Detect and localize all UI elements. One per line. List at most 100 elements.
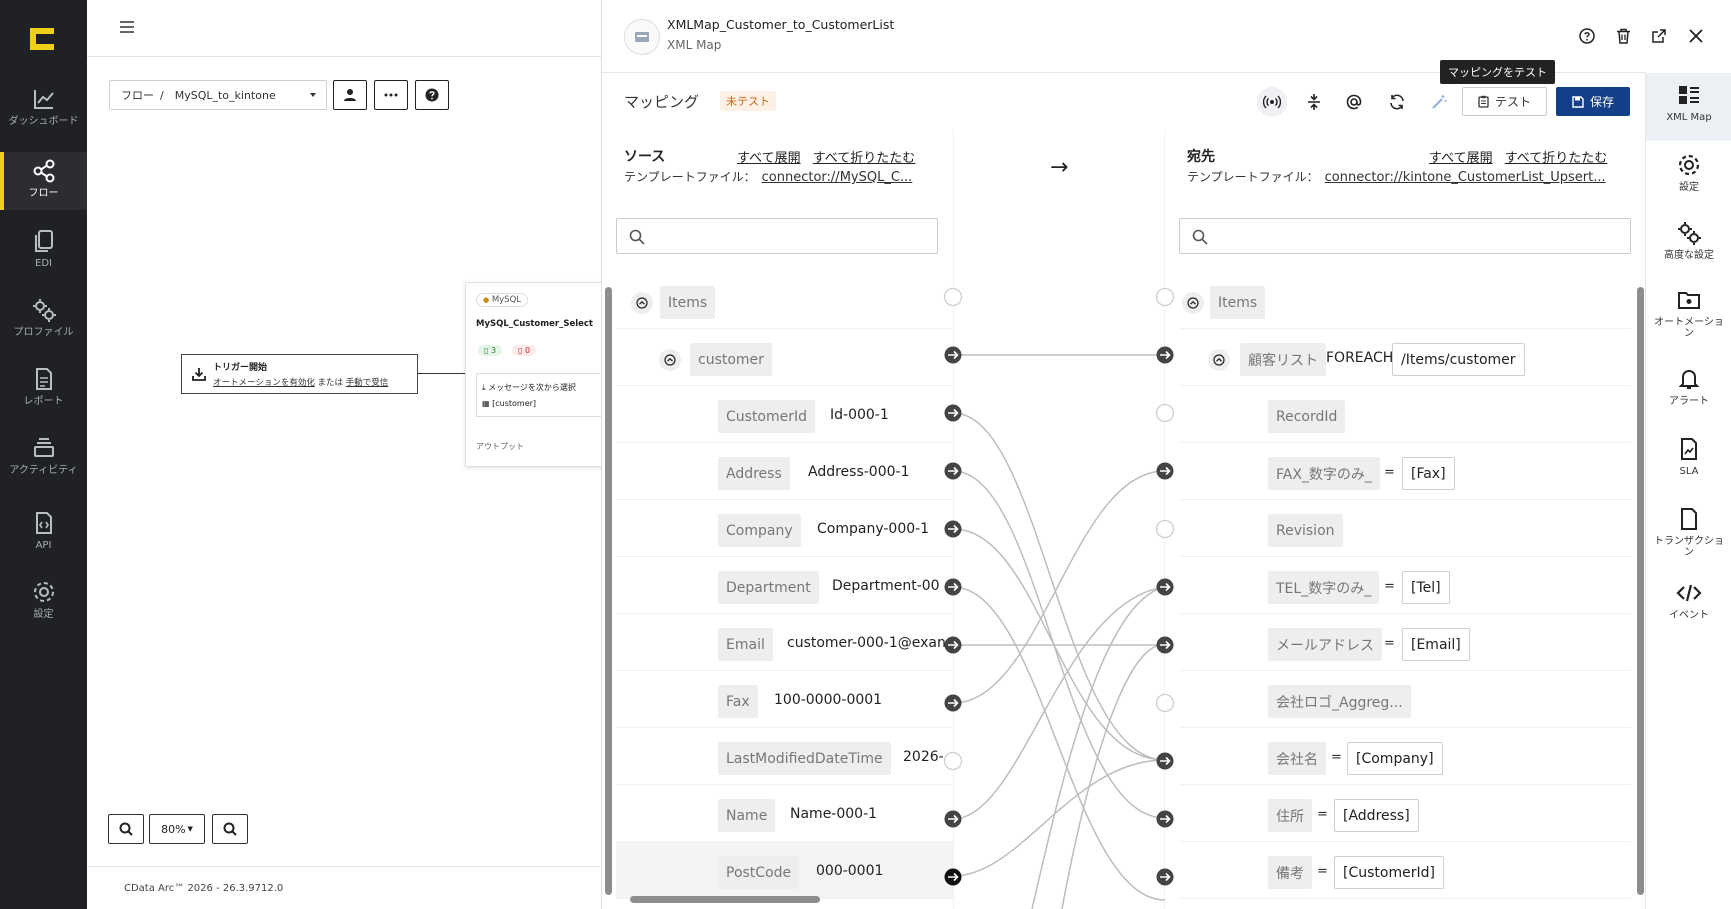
- success-count-badge[interactable]: ▯ 3: [478, 345, 503, 356]
- destination-expand-all-link[interactable]: すべて展開: [1429, 151, 1493, 166]
- collapse-vertical-button[interactable]: [1299, 87, 1329, 117]
- output-label: アウトプット: [476, 442, 524, 451]
- destination-node-tag[interactable]: 顧客リスト: [1240, 343, 1326, 376]
- mysql-connector-node[interactable]: ● MySQL MySQL_Customer_Select ▯ 3 ▯ 0 ⤓ …: [465, 282, 605, 467]
- destination-node-tag[interactable]: 会社名: [1268, 742, 1326, 775]
- open-external-button[interactable]: [1649, 26, 1669, 46]
- more-options-button[interactable]: [374, 80, 408, 110]
- source-node-tag[interactable]: Fax: [718, 685, 758, 718]
- source-node-tag[interactable]: Name: [718, 799, 776, 832]
- error-count-badge[interactable]: ▯ 0: [512, 345, 537, 356]
- nav-item-api[interactable]: API: [0, 504, 87, 568]
- namespace-button[interactable]: [1339, 87, 1369, 117]
- source-vertical-scrollbar[interactable]: [605, 287, 612, 895]
- user-button[interactable]: [333, 80, 367, 110]
- help-button[interactable]: [1577, 26, 1597, 46]
- mapping-link-column: →: [953, 130, 1165, 909]
- breadcrumb-root[interactable]: フロー: [121, 87, 154, 103]
- collapse-icon[interactable]: [1208, 349, 1230, 371]
- cdata-logo-icon[interactable]: [28, 26, 56, 52]
- nav-item-report[interactable]: レポート: [0, 360, 87, 424]
- source-node-tag[interactable]: LastModifiedDateTime: [718, 742, 891, 775]
- help-button[interactable]: [415, 80, 449, 110]
- rail-item-settings[interactable]: 設定: [1646, 143, 1731, 211]
- destination-node-tag[interactable]: 会社ロゴ_Aggreg...: [1268, 685, 1411, 718]
- nav-item-edi[interactable]: EDI: [0, 222, 87, 286]
- destination-node-tag[interactable]: FAX_数字のみ_: [1268, 457, 1380, 490]
- mapping-expression[interactable]: [Email]: [1402, 628, 1470, 661]
- collapse-icon[interactable]: [631, 292, 653, 314]
- zoom-level-select[interactable]: 80% ▼: [149, 814, 205, 844]
- source-node-tag[interactable]: customer: [690, 343, 772, 376]
- destination-node-tag[interactable]: Items: [1210, 286, 1266, 319]
- manual-receive-link[interactable]: 手動で受信: [346, 378, 389, 388]
- enable-automation-link[interactable]: オートメーションを有効化: [213, 378, 315, 388]
- help-icon: [425, 88, 439, 102]
- rail-item-event[interactable]: イベント: [1646, 571, 1731, 639]
- destination-collapse-all-link[interactable]: すべて折りたたむ: [1505, 151, 1608, 166]
- zoom-in-button[interactable]: [212, 814, 248, 844]
- delete-button[interactable]: [1613, 26, 1633, 46]
- destination-node-tag[interactable]: TEL_数字のみ_: [1268, 571, 1380, 604]
- destination-node-tag[interactable]: RecordId: [1268, 400, 1346, 433]
- source-template-link[interactable]: connector://MySQL_C...: [762, 170, 913, 185]
- source-node-tag[interactable]: Items: [660, 286, 716, 319]
- source-node-tag[interactable]: CustomerId: [718, 400, 816, 433]
- source-node-tag[interactable]: Company: [718, 514, 801, 547]
- mapping-expression[interactable]: [Address]: [1334, 799, 1419, 832]
- source-collapse-all-link[interactable]: すべて折りたたむ: [813, 151, 916, 166]
- foreach-expression[interactable]: /Items/customer: [1392, 343, 1525, 376]
- rail-item-advanced-settings[interactable]: 高度な設定: [1646, 211, 1731, 279]
- mapping-expression[interactable]: [Tel]: [1402, 571, 1450, 604]
- mysql-logo-icon: ●: [483, 296, 490, 304]
- source-search-input[interactable]: [616, 218, 938, 254]
- collapse-icon[interactable]: [659, 349, 681, 371]
- collapse-icon[interactable]: [1182, 292, 1204, 314]
- rail-item-xml-map[interactable]: XML Map: [1646, 73, 1731, 141]
- nav-item-dashboard[interactable]: ダッシュボード: [0, 80, 87, 144]
- destination-node-tag[interactable]: 備考: [1268, 856, 1312, 889]
- tree-row: PostCode 000-0001: [616, 842, 953, 899]
- destination-vertical-scrollbar[interactable]: [1637, 287, 1644, 895]
- destination-search-input[interactable]: [1179, 218, 1631, 254]
- nav-item-activity[interactable]: アクティビティ: [0, 429, 87, 493]
- destination-template-link[interactable]: connector://kintone_CustomerList_Upsert.…: [1325, 170, 1606, 185]
- panel-subtitle: XML Map: [667, 38, 722, 52]
- rail-item-alert[interactable]: アラート: [1646, 357, 1731, 425]
- save-button[interactable]: 保存: [1556, 87, 1630, 116]
- message-select-box[interactable]: ⤓ メッセージを次から選択 ▦ [customer]: [476, 373, 604, 417]
- source-node-tag[interactable]: Department: [718, 571, 819, 604]
- flow-canvas[interactable]: フロー / MySQL_to_kintone トリガー開始 オートメーションを有…: [87, 0, 605, 909]
- mapping-expression[interactable]: [CustomerId]: [1334, 856, 1444, 889]
- refresh-button[interactable]: [1382, 87, 1412, 117]
- close-button[interactable]: [1686, 26, 1706, 46]
- zoom-out-button[interactable]: [108, 814, 144, 844]
- hamburger-menu-icon[interactable]: [119, 19, 135, 35]
- source-node-tag[interactable]: PostCode: [718, 856, 800, 889]
- rail-item-transaction[interactable]: トランザクション: [1646, 497, 1731, 565]
- source-column: ソース すべて展開 すべて折りたたむ テンプレートファイル： connector:…: [602, 130, 953, 909]
- mapping-expression[interactable]: [Company]: [1347, 742, 1443, 775]
- nav-item-profile[interactable]: プロファイル: [0, 291, 87, 355]
- destination-node-tag[interactable]: 住所: [1268, 799, 1312, 832]
- source-horizontal-scrollbar[interactable]: [630, 896, 820, 903]
- rail-item-sla[interactable]: SLA: [1646, 427, 1731, 495]
- bell-icon: [1678, 369, 1700, 389]
- test-mapping-button[interactable]: テスト: [1462, 87, 1547, 116]
- auto-map-button[interactable]: [1424, 87, 1454, 117]
- source-node-tag[interactable]: Email: [718, 628, 773, 661]
- tree-row: customer: [616, 329, 953, 386]
- nav-item-flow[interactable]: フロー: [0, 152, 87, 210]
- destination-node-tag[interactable]: Revision: [1268, 514, 1343, 547]
- tree-row: Department Department-00: [616, 557, 953, 614]
- trigger-start-node[interactable]: トリガー開始 オートメーションを有効化 または 手動で受信: [181, 354, 418, 394]
- mapping-expression[interactable]: [Fax]: [1402, 457, 1455, 490]
- source-node-tag[interactable]: Address: [718, 457, 790, 490]
- source-expand-all-link[interactable]: すべて展開: [737, 151, 801, 166]
- destination-node-tag[interactable]: メールアドレス: [1268, 628, 1382, 661]
- flow-breadcrumb-select[interactable]: フロー / MySQL_to_kintone: [109, 80, 327, 110]
- rail-item-automation[interactable]: オートメーション: [1646, 278, 1731, 346]
- live-preview-button[interactable]: [1257, 87, 1287, 117]
- destination-tree: Items 顧客リスト FOREACH /Items/customer Reco…: [1179, 272, 1631, 909]
- nav-item-settings[interactable]: 設定: [0, 573, 87, 637]
